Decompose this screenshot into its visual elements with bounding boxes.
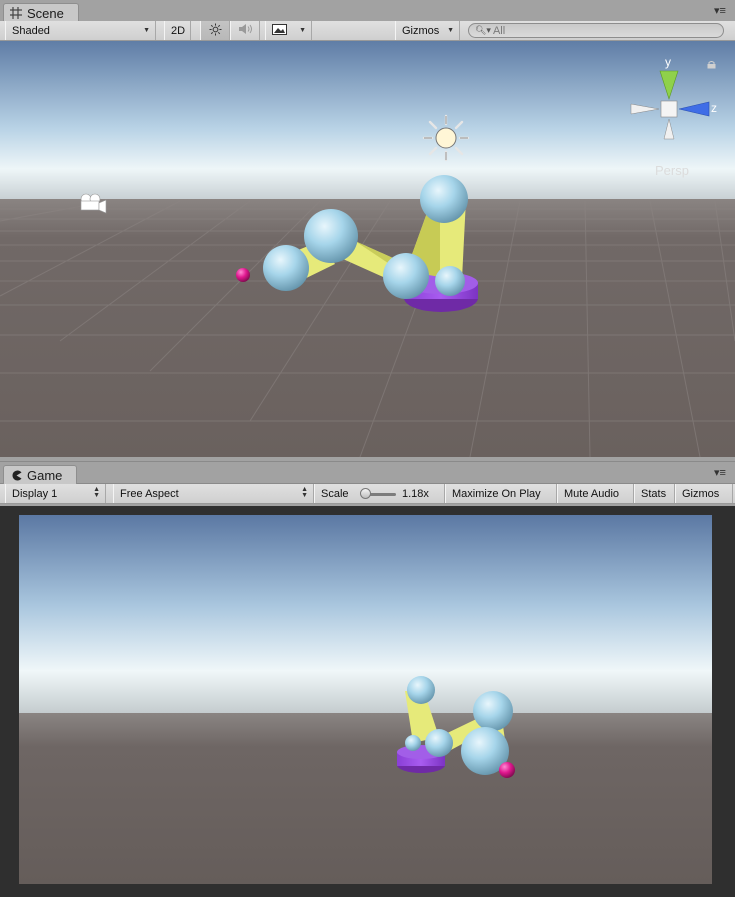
chevron-down-icon: ▼ [447,27,454,34]
updown-icon: ▲ ▼ [93,486,100,499]
maximize-label: Maximize On Play [452,487,541,500]
chevron-down-icon: ▼ [143,27,150,34]
tab-scene[interactable]: Scene [3,3,79,22]
game-toolbar: Display 1 ▲ ▼ Free Aspect ▲ ▼ Scale 1.18x … [0,484,735,504]
gizmo-axis-y-label: y [665,55,671,69]
scene-gizmos-dropdown[interactable]: Gizmos ▼ [395,21,460,40]
search-icon: 🔍︎▾ [475,25,491,35]
scene-tabbar: Scene ▾≡ [0,0,735,22]
draw-mode-dropdown[interactable]: Shaded ▼ [5,21,156,40]
mute-label: Mute Audio [564,487,620,500]
game-view-background [0,506,735,897]
scene-tab-label: Scene [27,5,64,21]
mode-2d-button[interactable]: 2D [164,21,191,40]
tab-game[interactable]: Game [3,465,77,484]
game-gizmos-label: Gizmos [682,487,720,500]
aspect-label: Free Aspect [120,487,179,500]
maximize-on-play-toggle[interactable]: Maximize On Play [445,484,557,503]
game-gizmos-toggle[interactable]: Gizmos [675,484,733,503]
panel-menu-icon[interactable]: ▾≡ [711,467,729,479]
panel-menu-icon[interactable]: ▾≡ [711,5,729,17]
mode-2d-label: 2D [171,24,186,37]
draw-mode-label: Shaded [12,24,50,37]
scene-render [0,41,735,457]
display-label: Display 1 [12,487,58,500]
updown-icon: ▲ ▼ [301,486,308,499]
image-effects-icon [272,23,287,38]
game-tabbar: Game ▾≡ [0,461,735,484]
display-dropdown[interactable]: Display 1 ▲ ▼ [5,484,106,503]
aspect-dropdown[interactable]: Free Aspect ▲ ▼ [113,484,314,503]
game-tab-label: Game [27,467,63,483]
scene-viewport[interactable]: y z Persp [0,41,735,457]
mute-audio-toggle[interactable]: Mute Audio [557,484,634,503]
game-render [19,515,712,884]
stats-label: Stats [641,487,667,500]
game-viewport[interactable] [19,515,712,884]
projection-label[interactable]: Persp [655,163,689,178]
chevron-down-icon: ▼ [299,27,306,34]
hierarchy-search-input[interactable]: 🔍︎▾ All [468,23,724,38]
gizmo-axis-z-label: z [711,101,717,115]
scene-toolbar: Shaded ▼ 2D ▼ Gizmos ▼ 🔍︎▾ All [0,21,735,41]
scene-grid-icon [10,7,22,19]
image-effects-dropdown[interactable]: ▼ [265,21,312,40]
search-placeholder: All [492,24,506,37]
scene-gizmos-label: Gizmos [402,24,440,37]
lock-icon[interactable] [707,60,716,69]
scale-label: Scale [321,487,349,500]
scale-slider-handle[interactable] [360,488,371,499]
scale-value: 1.18x [402,488,429,500]
game-pacman-icon [10,469,22,481]
sun-light-icon [209,23,222,39]
scene-audio-toggle[interactable] [230,21,260,40]
audio-icon [238,23,253,38]
directional-light-icon [422,114,470,162]
scene-lighting-toggle[interactable] [200,21,230,40]
stats-toggle[interactable]: Stats [634,484,675,503]
